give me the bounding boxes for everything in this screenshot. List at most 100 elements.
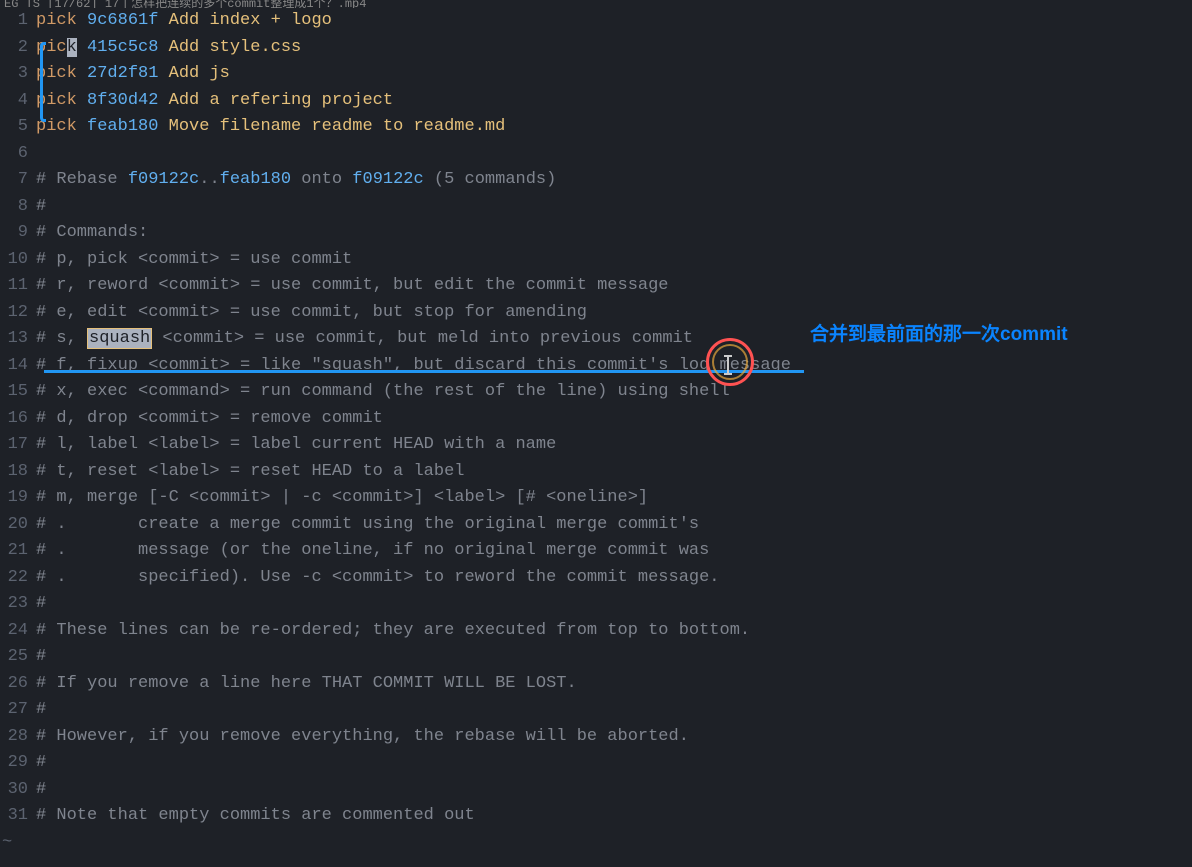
dots: ..	[199, 170, 219, 189]
line-number: 13	[0, 326, 36, 353]
code-line: 11# r, reword <commit> = use commit, but…	[0, 273, 1192, 300]
line-number: 29	[0, 750, 36, 777]
line-number: 15	[0, 379, 36, 406]
comment-text: # . message (or the oneline, if no origi…	[36, 538, 1192, 565]
line-number: 26	[0, 671, 36, 698]
git-ref: f09122c	[352, 170, 423, 189]
comment-text: # Rebase	[36, 170, 128, 189]
code-line: 15# x, exec <command> = run command (the…	[0, 379, 1192, 406]
comment-text: # . create a merge commit using the orig…	[36, 512, 1192, 539]
line-number: 16	[0, 406, 36, 433]
comment-text: # p, pick <commit> = use commit	[36, 247, 1192, 274]
commit-hash: 27d2f81	[87, 64, 158, 83]
code-line: 6	[0, 141, 1192, 168]
line-number: 19	[0, 485, 36, 512]
comment-text: # These lines can be re-ordered; they ar…	[36, 618, 1192, 645]
comment-text: # However, if you remove everything, the…	[36, 724, 1192, 751]
commit-message: Add style.css	[169, 38, 302, 57]
line-number: 10	[0, 247, 36, 274]
line-number: 11	[0, 273, 36, 300]
git-ref: feab180	[220, 170, 291, 189]
line-number: 24	[0, 618, 36, 645]
code-line: 7# Rebase f09122c..feab180 onto f09122c …	[0, 167, 1192, 194]
comment-text: # r, reword <commit> = use commit, but e…	[36, 273, 1192, 300]
commit-message: Add index + logo	[169, 11, 332, 30]
empty-line	[36, 141, 1192, 168]
comment-text: # l, label <label> = label current HEAD …	[36, 432, 1192, 459]
line-number: 28	[0, 724, 36, 751]
line-number: 25	[0, 644, 36, 671]
line-number: 5	[0, 114, 36, 141]
code-line: 31# Note that empty commits are commente…	[0, 803, 1192, 830]
comment-text: # s,	[36, 329, 87, 348]
comment-text: # . specified). Use -c <commit> to rewor…	[36, 565, 1192, 592]
window-title: EG TS [17/62] 17丨怎样把连续的多个commit整理成1个？.mp…	[0, 0, 1192, 8]
line-number: 1	[0, 8, 36, 35]
line-number: 23	[0, 591, 36, 618]
code-line: 3pick 27d2f81 Add js	[0, 61, 1192, 88]
comment-text: #	[36, 750, 1192, 777]
annotation-text: 合并到最前面的那一次commit	[810, 322, 1068, 349]
line-number: 22	[0, 565, 36, 592]
commit-message: Add a refering project	[169, 91, 393, 110]
line-number: 17	[0, 432, 36, 459]
line-number: 6	[0, 141, 36, 168]
code-line: 1pick 9c6861f Add index + logo	[0, 8, 1192, 35]
comment-text: #	[36, 194, 1192, 221]
annotation-bracket-icon	[40, 42, 46, 122]
code-line: 24# These lines can be re-ordered; they …	[0, 618, 1192, 645]
commit-hash: feab180	[87, 117, 158, 136]
cursor-block: k	[67, 38, 77, 57]
code-line: 4pick 8f30d42 Add a refering project	[0, 88, 1192, 115]
code-line: 19# m, merge [-C <commit> | -c <commit>]…	[0, 485, 1192, 512]
code-line: 14# f, fixup <commit> = like "squash", b…	[0, 353, 1192, 380]
comment-text: onto	[291, 170, 352, 189]
line-number: 31	[0, 803, 36, 830]
commit-hash: 8f30d42	[87, 91, 158, 110]
comment-text: <commit> = use commit, but meld into pre…	[152, 329, 693, 348]
code-line: 8#	[0, 194, 1192, 221]
comment-text: #	[36, 697, 1192, 724]
line-number: 21	[0, 538, 36, 565]
code-line: 20# . create a merge commit using the or…	[0, 512, 1192, 539]
commit-hash: 9c6861f	[87, 11, 158, 30]
comment-text: # d, drop <commit> = remove commit	[36, 406, 1192, 433]
code-line: 26# If you remove a line here THAT COMMI…	[0, 671, 1192, 698]
line-number: 12	[0, 300, 36, 327]
code-line: 30#	[0, 777, 1192, 804]
annotation-underline-icon	[44, 370, 804, 373]
git-ref: f09122c	[128, 170, 199, 189]
line-number: 27	[0, 697, 36, 724]
commit-message: Move filename readme to readme.md	[169, 117, 506, 136]
rebase-command: pick	[36, 11, 77, 30]
code-line: 25#	[0, 644, 1192, 671]
comment-text: # x, exec <command> = run command (the r…	[36, 379, 1192, 406]
commit-hash: 415c5c8	[87, 38, 158, 57]
code-line: 27#	[0, 697, 1192, 724]
code-line: 9# Commands:	[0, 220, 1192, 247]
code-line: 29#	[0, 750, 1192, 777]
highlighted-word-squash: squash	[87, 328, 152, 349]
text-cursor-icon	[727, 356, 729, 374]
code-line: 23#	[0, 591, 1192, 618]
comment-text: # t, reset <label> = reset HEAD to a lab…	[36, 459, 1192, 486]
commit-message: Add js	[169, 64, 230, 83]
vim-tilde: ~	[0, 830, 1192, 857]
line-number: 8	[0, 194, 36, 221]
code-line: 5pick feab180 Move filename readme to re…	[0, 114, 1192, 141]
comment-text: #	[36, 591, 1192, 618]
code-line: 17# l, label <label> = label current HEA…	[0, 432, 1192, 459]
line-number: 14	[0, 353, 36, 380]
comment-text: # Commands:	[36, 220, 1192, 247]
code-line: 10# p, pick <commit> = use commit	[0, 247, 1192, 274]
code-line: 22# . specified). Use -c <commit> to rew…	[0, 565, 1192, 592]
line-number: 20	[0, 512, 36, 539]
comment-text: #	[36, 777, 1192, 804]
comment-text: # Note that empty commits are commented …	[36, 803, 1192, 830]
editor-area[interactable]: 1pick 9c6861f Add index + logo 2pick 415…	[0, 8, 1192, 856]
comment-text: # f, fixup <commit> = like "squash", but…	[36, 353, 1192, 380]
code-line: 28# However, if you remove everything, t…	[0, 724, 1192, 751]
line-number: 7	[0, 167, 36, 194]
comment-text: (5 commands)	[424, 170, 557, 189]
code-line: 18# t, reset <label> = reset HEAD to a l…	[0, 459, 1192, 486]
